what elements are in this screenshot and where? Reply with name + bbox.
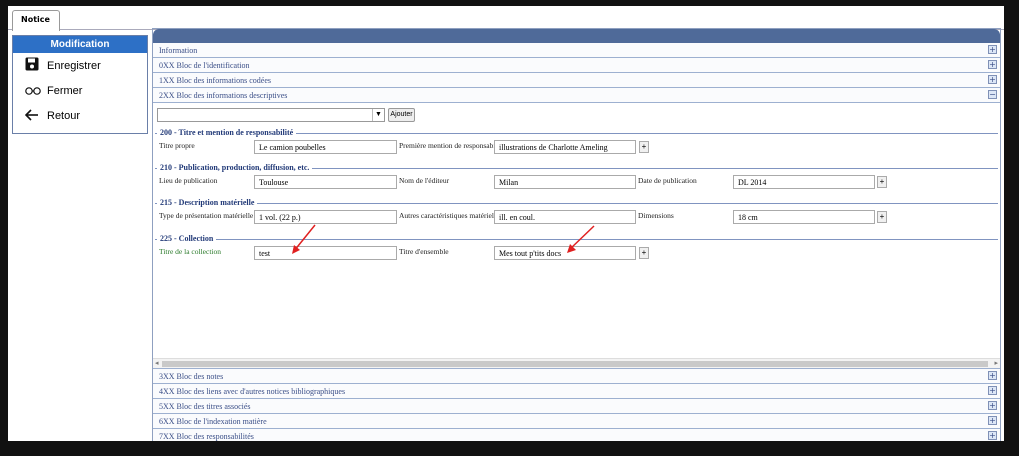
type-field[interactable]: 1 vol. (22 p.) bbox=[254, 210, 397, 224]
bloc-6xx[interactable]: 6XX Bloc de l'indexation matière + bbox=[153, 414, 1000, 429]
annotation-arrow-icon bbox=[567, 225, 595, 253]
mention-label: Première mention de responsabilité bbox=[399, 141, 494, 150]
titre-collection-label: Titre de la collection bbox=[159, 247, 221, 256]
section-title-210: 210 - Publication, production, diffusion… bbox=[157, 163, 313, 172]
date-field[interactable]: DL 2014 bbox=[733, 175, 875, 189]
bloc-label: 3XX Bloc des notes bbox=[159, 372, 224, 381]
dimensions-field[interactable]: 18 cm bbox=[733, 210, 875, 224]
bloc-label: 1XX Bloc des informations codées bbox=[159, 76, 271, 85]
bloc-7xx[interactable]: 7XX Bloc des responsabilités + bbox=[153, 429, 1000, 441]
bloc-label: 2XX Bloc des informations descriptives bbox=[159, 91, 288, 100]
expand-icon[interactable]: + bbox=[988, 386, 997, 395]
editeur-field[interactable]: Milan bbox=[494, 175, 636, 189]
bloc-3xx[interactable]: 3XX Bloc des notes + bbox=[153, 369, 1000, 384]
expand-icon[interactable]: + bbox=[988, 401, 997, 410]
bloc-2xx[interactable]: 2XX Bloc des informations descriptives − bbox=[153, 88, 1000, 103]
titre-propre-label: Titre propre bbox=[159, 141, 195, 150]
date-label: Date de publication bbox=[638, 176, 697, 185]
titre-propre-field[interactable]: Le camion poubelles bbox=[254, 140, 397, 154]
add-mention-button[interactable]: + bbox=[639, 141, 649, 153]
section-title-200: 200 - Titre et mention de responsabilité bbox=[157, 128, 297, 137]
close-label: Fermer bbox=[47, 84, 83, 97]
bloc-label: 4XX Bloc des liens avec d'autres notices… bbox=[159, 387, 346, 396]
expand-icon[interactable]: + bbox=[988, 60, 997, 69]
sidebar: Modification Enregistrer Fermer Retour bbox=[12, 35, 148, 134]
expand-icon[interactable]: + bbox=[988, 45, 997, 54]
screenshot-frame: Notice Modification Enregistrer Fermer R… bbox=[0, 0, 1019, 456]
glasses-icon bbox=[25, 83, 47, 99]
bloc-label: 6XX Bloc de l'indexation matière bbox=[159, 417, 267, 426]
titre-ensemble-label: Titre d'ensemble bbox=[399, 247, 449, 256]
add-description-button[interactable]: + bbox=[877, 211, 887, 223]
autres-label: Autres caractéristiques matérielles bbox=[399, 211, 494, 220]
bloc-label: 5XX Bloc des titres associés bbox=[159, 402, 251, 411]
zone-select[interactable]: ▼ bbox=[157, 108, 385, 122]
scroll-left-icon[interactable]: ◂ bbox=[155, 359, 159, 367]
titre-collection-field[interactable]: test bbox=[254, 246, 397, 260]
sidebar-header: Modification bbox=[13, 36, 147, 53]
editeur-label: Nom de l'éditeur bbox=[399, 176, 450, 185]
add-collection-button[interactable]: + bbox=[639, 247, 649, 259]
notice-editor: Information + 0XX Bloc de l'identificatio… bbox=[152, 28, 1001, 441]
save-button[interactable]: Enregistrer bbox=[13, 53, 147, 78]
autres-field[interactable]: ill. en coul. bbox=[494, 210, 636, 224]
bloc-4xx[interactable]: 4XX Bloc des liens avec d'autres notices… bbox=[153, 384, 1000, 399]
annotation-arrow-icon bbox=[292, 224, 316, 254]
bloc-1xx[interactable]: 1XX Bloc des informations codées + bbox=[153, 73, 1000, 88]
scroll-right-icon[interactable]: ▸ bbox=[994, 359, 998, 367]
lieu-label: Lieu de publication bbox=[159, 176, 218, 185]
section-title-215: 215 - Description matérielle bbox=[157, 198, 258, 207]
chevron-down-icon[interactable]: ▼ bbox=[372, 109, 384, 121]
tab-notice[interactable]: Notice bbox=[12, 10, 60, 31]
bloc-label: 7XX Bloc des responsabilités bbox=[159, 432, 254, 441]
bloc-label: Information bbox=[159, 46, 198, 55]
type-label: Type de présentation matérielle bbox=[159, 211, 254, 220]
collapse-icon[interactable]: − bbox=[988, 90, 997, 99]
bloc-information[interactable]: Information + bbox=[153, 43, 1000, 58]
expand-icon[interactable]: + bbox=[988, 75, 997, 84]
bloc-label: 0XX Bloc de l'identification bbox=[159, 61, 250, 70]
app-window: Notice Modification Enregistrer Fermer R… bbox=[8, 6, 1004, 441]
section-title-225: 225 - Collection bbox=[157, 234, 217, 243]
expand-icon[interactable]: + bbox=[988, 371, 997, 380]
editor-top-bar bbox=[153, 29, 1000, 43]
lieu-field[interactable]: Toulouse bbox=[254, 175, 397, 189]
add-publication-button[interactable]: + bbox=[877, 176, 887, 188]
bloc-0xx[interactable]: 0XX Bloc de l'identification + bbox=[153, 58, 1000, 73]
add-button[interactable]: Ajouter bbox=[388, 108, 415, 122]
save-icon bbox=[25, 57, 47, 74]
bloc-5xx[interactable]: 5XX Bloc des titres associés + bbox=[153, 399, 1000, 414]
save-label: Enregistrer bbox=[47, 59, 101, 72]
dimensions-label: Dimensions bbox=[638, 211, 674, 220]
close-button[interactable]: Fermer bbox=[13, 78, 147, 103]
horizontal-scrollbar[interactable]: ◂ ▸ bbox=[153, 358, 1000, 368]
back-label: Retour bbox=[47, 109, 81, 122]
back-button[interactable]: Retour bbox=[13, 103, 147, 128]
section-divider bbox=[155, 203, 998, 204]
bloc-2xx-content: ▼ Ajouter 200 - Titre et mention de resp… bbox=[153, 103, 1000, 369]
scrollbar-thumb[interactable] bbox=[162, 361, 988, 367]
tab-strip: Notice bbox=[8, 6, 1004, 31]
expand-icon[interactable]: + bbox=[988, 431, 997, 440]
mention-field[interactable]: illustrations de Charlotte Ameling bbox=[494, 140, 636, 154]
back-arrow-icon bbox=[24, 108, 47, 124]
expand-icon[interactable]: + bbox=[988, 416, 997, 425]
